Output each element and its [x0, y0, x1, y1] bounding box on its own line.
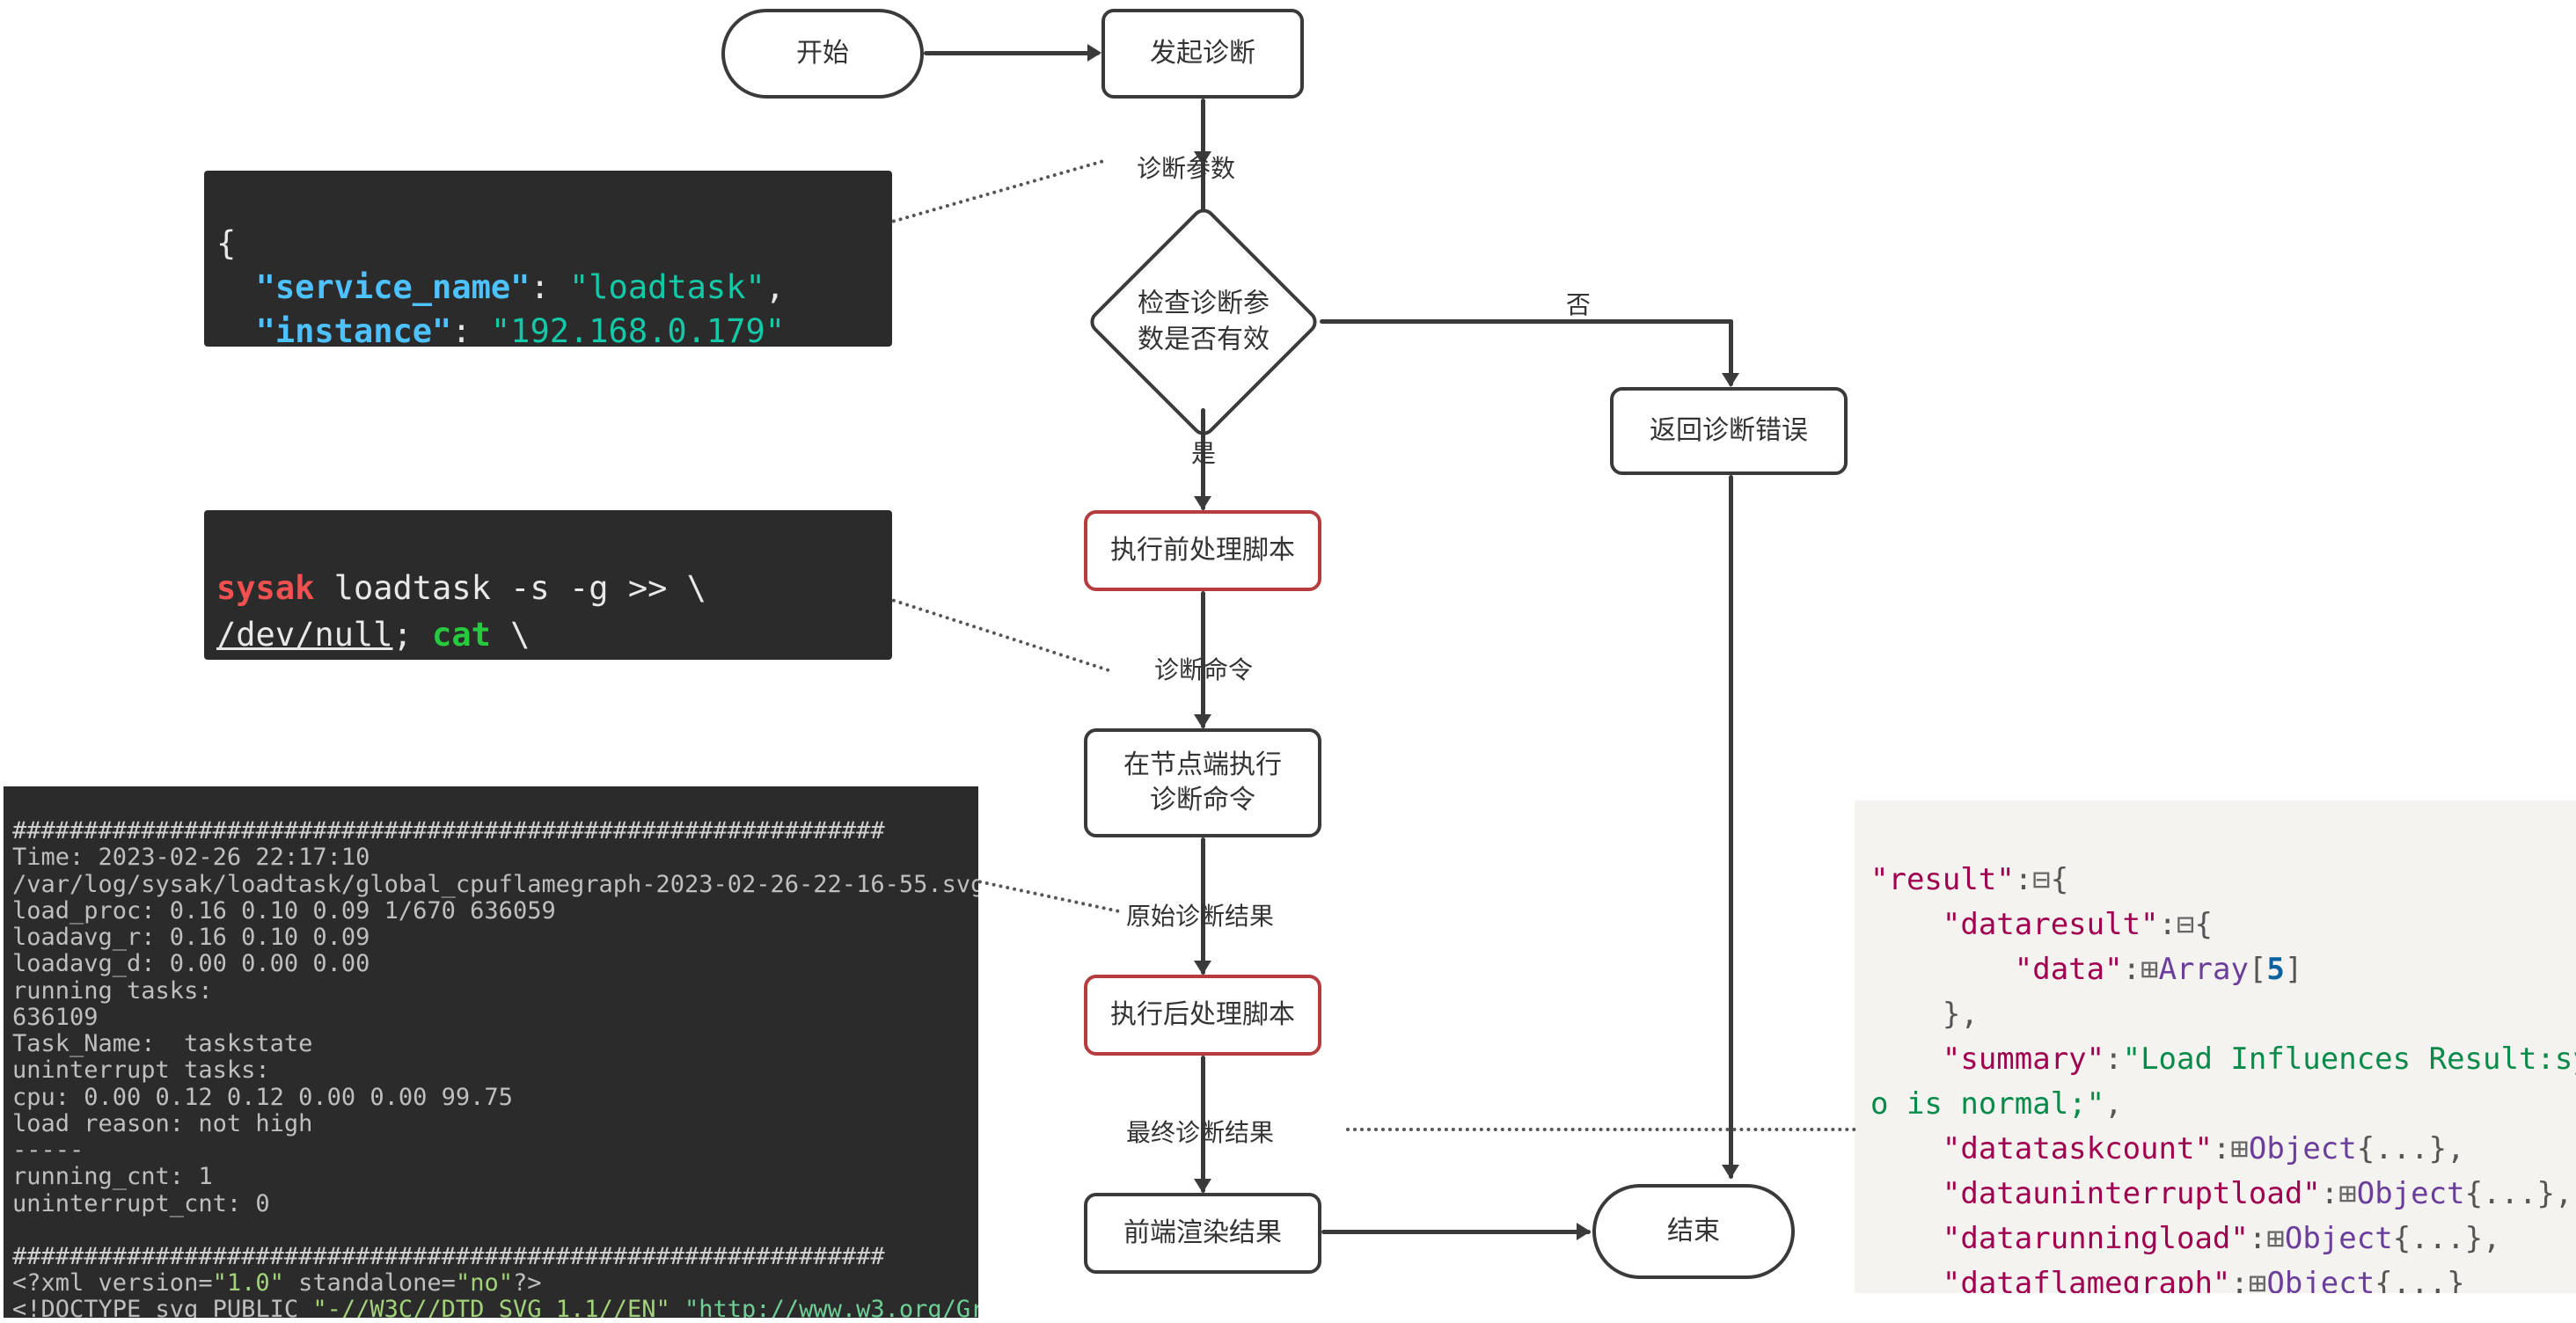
diagram-stage: 开始 发起诊断 诊断参数 检查诊断参 数是否有效 否 返回诊断错误 是 执行前处… — [0, 0, 2576, 1323]
jsonview-line: "dataflamegraph":⊞Object{...} — [1870, 1266, 2465, 1293]
arrowhead-exec-post — [1194, 961, 1211, 975]
arrowhead-render-end — [1577, 1223, 1591, 1240]
flow-return-error-label: 返回诊断错误 — [1650, 413, 1808, 450]
arrowhead-post-render — [1194, 1179, 1211, 1193]
arrowhead-pre-exec — [1194, 714, 1211, 728]
arrowhead-check-no — [1722, 373, 1739, 387]
flow-end-label: 结束 — [1667, 1214, 1720, 1250]
flow-end: 结束 — [1592, 1184, 1795, 1279]
dotted-code3 — [978, 880, 1120, 913]
code-block-diag-cmd: sysak loadtask -s -g >> \ /dev/null; cat… — [204, 510, 892, 660]
code-block-raw-result: ########################################… — [4, 786, 978, 1318]
arrowhead-error-end — [1722, 1165, 1739, 1179]
flow-render-frontend: 前端渲染结果 — [1084, 1193, 1321, 1274]
jsonview-line: "summary":"Load Influences Result:sys u — [1870, 1042, 2576, 1077]
arrowhead-check-yes — [1194, 496, 1211, 510]
arrow-render-end — [1321, 1230, 1591, 1234]
flow-check-params-label: 检查诊断参 数是否有效 — [1138, 287, 1270, 358]
flow-exec-on-node: 在节点端执行诊断命令 — [1084, 728, 1321, 837]
flow-pre-script-label: 执行前处理脚本 — [1110, 533, 1295, 569]
code-block-diag-params: { "service_name": "loadtask", "instance"… — [204, 171, 892, 347]
edge-branch-yes: 是 — [1191, 435, 1216, 470]
jsonview-line: "datataskcount":⊞Object{...}, — [1870, 1131, 2465, 1166]
jsonview-line: "datarunningload":⊞Object{...}, — [1870, 1221, 2501, 1256]
flow-start-label: 开始 — [796, 36, 849, 72]
flow-pre-script: 执行前处理脚本 — [1084, 510, 1321, 591]
edge-final-result: 最终诊断结果 — [1126, 1114, 1274, 1149]
arrow-check-no — [1320, 319, 1733, 324]
flow-exec-on-node-label: 在节点端执行诊断命令 — [1123, 748, 1282, 819]
flow-render-frontend-label: 前端渲染结果 — [1123, 1216, 1282, 1252]
jsonview-line: "result":⊟{ — [1870, 862, 2068, 897]
dotted-code1 — [891, 159, 1103, 223]
arrow-error-end — [1729, 475, 1733, 1179]
jsonview-line: "dataresult":⊟{ — [1870, 907, 2213, 942]
arrow-start-initiate — [924, 51, 1100, 55]
flow-return-error: 返回诊断错误 — [1610, 387, 1848, 475]
dotted-code2 — [891, 598, 1110, 672]
arrowhead-start-initiate — [1087, 44, 1101, 62]
flow-initiate-diag: 发起诊断 — [1101, 9, 1304, 99]
code-block-final-json: "result":⊟{ "dataresult":⊟{ "data":⊞Arra… — [1855, 800, 2576, 1293]
edge-raw-result: 原始诊断结果 — [1126, 897, 1274, 932]
jsonview-line: o is normal;", — [1870, 1086, 2123, 1122]
jsonview-line: "data":⊞Array[5] — [1870, 952, 2302, 987]
flow-initiate-diag-label: 发起诊断 — [1150, 36, 1255, 72]
jsonview-line: }, — [1870, 997, 1979, 1032]
flow-start: 开始 — [721, 9, 924, 99]
flow-post-script: 执行后处理脚本 — [1084, 975, 1321, 1056]
jsonview-line: "datauninterruptload":⊞Object{...}, — [1870, 1176, 2572, 1211]
dotted-jsonview — [1346, 1128, 1856, 1131]
flow-post-script-label: 执行后处理脚本 — [1110, 998, 1295, 1034]
edge-diag-cmd: 诊断命令 — [1154, 651, 1253, 686]
edge-branch-no: 否 — [1566, 286, 1591, 321]
edge-diag-params: 诊断参数 — [1137, 150, 1235, 185]
